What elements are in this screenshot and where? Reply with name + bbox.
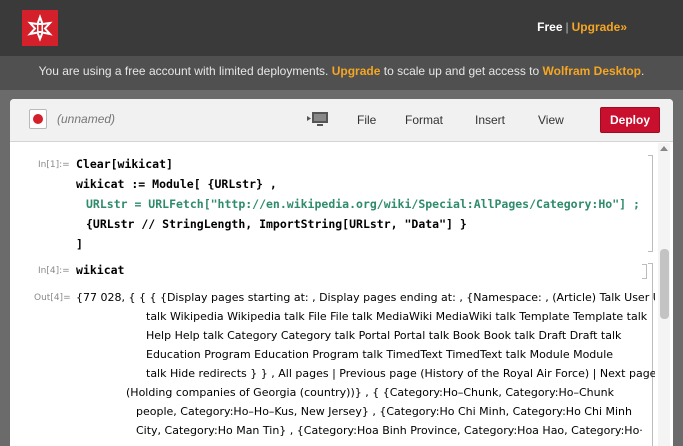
output-line-5: talk Hide redirects } } , All pages | Pr…	[146, 367, 655, 380]
menu-file[interactable]: File	[357, 113, 376, 127]
output-line-2: talk Wikipedia Wikipedia talk File File …	[146, 310, 648, 323]
cell-bracket-1[interactable]	[648, 155, 653, 252]
code-line-5-text: ]	[76, 237, 83, 251]
code-line-4-text: {URLstr // StringLength, ImportString[UR…	[86, 217, 467, 231]
notice-text-after: .	[641, 64, 645, 78]
upgrade-link[interactable]: Upgrade»	[572, 20, 627, 34]
notice-text-middle: to scale up and get access to	[383, 64, 540, 78]
code-line-2: wikicat := Module[ {URLstr} ,	[76, 174, 640, 194]
notebook-content[interactable]: In[1]:= Clear[wikicat] wikicat := Module…	[10, 143, 655, 446]
deploy-button[interactable]: Deploy	[600, 107, 660, 133]
code-line-3-text: URLstr = URLFetch["http://en.wikipedia.o…	[86, 197, 640, 211]
code-line-4: {URLstr // StringLength, ImportString[UR…	[76, 214, 640, 234]
input-cell-4-text: wikicat	[76, 263, 125, 277]
wolfram-logo[interactable]	[22, 10, 58, 46]
top-bar: Free | Upgrade»	[0, 0, 683, 56]
presenter-icon[interactable]	[306, 111, 330, 127]
account-type: Free	[537, 20, 563, 34]
scroll-up-icon[interactable]	[660, 146, 668, 151]
code-line-2-text: wikicat := Module[ {URLstr} ,	[76, 177, 277, 191]
wolfram-desktop-link[interactable]: Wolfram Desktop	[543, 64, 641, 78]
menu-format[interactable]: Format	[405, 113, 443, 127]
account-status: Free | Upgrade»	[537, 20, 627, 34]
code-line-1: Clear[wikicat]	[76, 154, 640, 174]
code-line-1-text: Clear[wikicat]	[76, 157, 173, 171]
output-cell-4[interactable]: {77 028, { { { {Display pages starting a…	[76, 288, 655, 440]
output-line-1: {77 028, { { { {Display pages starting a…	[76, 291, 655, 304]
free-account-notice: You are using a free account with limite…	[0, 56, 683, 90]
notebook-title[interactable]: (unnamed)	[57, 112, 115, 126]
input-label-1: In[1]:=	[38, 160, 70, 170]
notice-text-before: You are using a free account with limite…	[38, 64, 329, 78]
output-label-4: Out[4]=	[34, 293, 71, 303]
output-line-6: (Holding companies of Georgia (country))…	[126, 386, 614, 399]
notice-upgrade-link[interactable]: Upgrade	[332, 64, 381, 78]
notebook-icon	[29, 109, 47, 129]
output-line-8: City, Category:Ho Man Tin} , {Category:H…	[136, 424, 643, 437]
output-line-4: Education Program Education Program talk…	[146, 348, 614, 361]
input-cell-1[interactable]: Clear[wikicat] wikicat := Module[ {URLst…	[76, 154, 640, 254]
code-line-3: URLstr = URLFetch["http://en.wikipedia.o…	[76, 194, 640, 214]
wolfram-logo-icon	[27, 14, 53, 42]
output-line-7: people, Category:Ho–Ho–Kus, New Jersey} …	[136, 405, 632, 418]
notebook-toolbar: (unnamed) File Format Insert View Deploy	[10, 99, 673, 142]
input-label-4: In[4]:=	[38, 266, 70, 276]
menu-view[interactable]: View	[538, 113, 564, 127]
scrollbar-thumb[interactable]	[660, 249, 669, 319]
code-line-5: ]	[76, 234, 640, 254]
cell-bracket-4[interactable]	[642, 264, 647, 279]
account-separator: |	[565, 20, 569, 34]
menu-insert[interactable]: Insert	[475, 113, 505, 127]
notebook-panel: (unnamed) File Format Insert View Deploy…	[10, 99, 673, 446]
input-cell-4[interactable]: wikicat	[76, 260, 124, 280]
output-line-3: Help Help talk Category Category talk Po…	[146, 329, 622, 342]
